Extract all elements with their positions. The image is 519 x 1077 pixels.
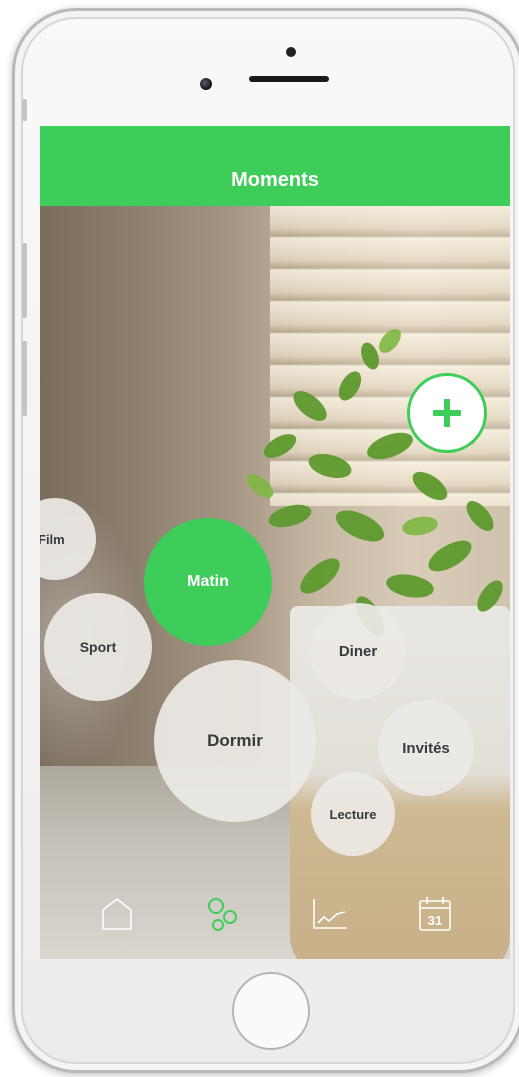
- app-header: Moments: [40, 126, 510, 206]
- app-screen: Moments Film Matin Sport Diner Dormir In…: [40, 126, 510, 959]
- moment-bubble-matin[interactable]: Matin: [144, 518, 272, 646]
- moment-label: Diner: [338, 642, 378, 660]
- tab-statistics[interactable]: [305, 889, 355, 939]
- tab-moments[interactable]: [198, 889, 248, 939]
- moment-label: Dormir: [207, 731, 263, 750]
- moment-bubble-dormir[interactable]: Dormir: [154, 660, 316, 822]
- page-title: Moments: [231, 169, 319, 191]
- calendar-icon: 31: [419, 897, 451, 931]
- tab-home[interactable]: [92, 889, 142, 939]
- home-button[interactable]: [232, 972, 310, 1050]
- tab-calendar[interactable]: 31: [410, 889, 460, 939]
- calendar-day: 31: [428, 913, 442, 928]
- moment-bubble-diner[interactable]: Diner: [310, 603, 406, 699]
- front-camera: [200, 78, 212, 90]
- moment-label: Film: [40, 531, 65, 547]
- mute-switch: [22, 99, 27, 121]
- moment-label: Matin: [187, 573, 229, 590]
- moment-label: Sport: [79, 639, 117, 655]
- moment-label: Lecture: [329, 806, 377, 822]
- moment-bubble-lecture[interactable]: Lecture: [311, 772, 395, 856]
- moments-icon: [208, 898, 237, 931]
- volume-up-button: [22, 243, 27, 318]
- home-icon: [102, 897, 132, 930]
- moment-bubble-sport[interactable]: Sport: [44, 593, 152, 701]
- plus-icon: [433, 399, 461, 427]
- add-moment-button[interactable]: [407, 373, 487, 453]
- volume-down-button: [22, 341, 27, 416]
- tab-bar: 31: [40, 884, 510, 944]
- earpiece-speaker: [249, 76, 329, 82]
- chart-icon: [313, 899, 347, 929]
- proximity-sensor: [286, 47, 296, 57]
- moment-label: Invités: [402, 739, 450, 757]
- moment-bubble-invites[interactable]: Invités: [378, 700, 474, 796]
- background-photo: [40, 206, 510, 959]
